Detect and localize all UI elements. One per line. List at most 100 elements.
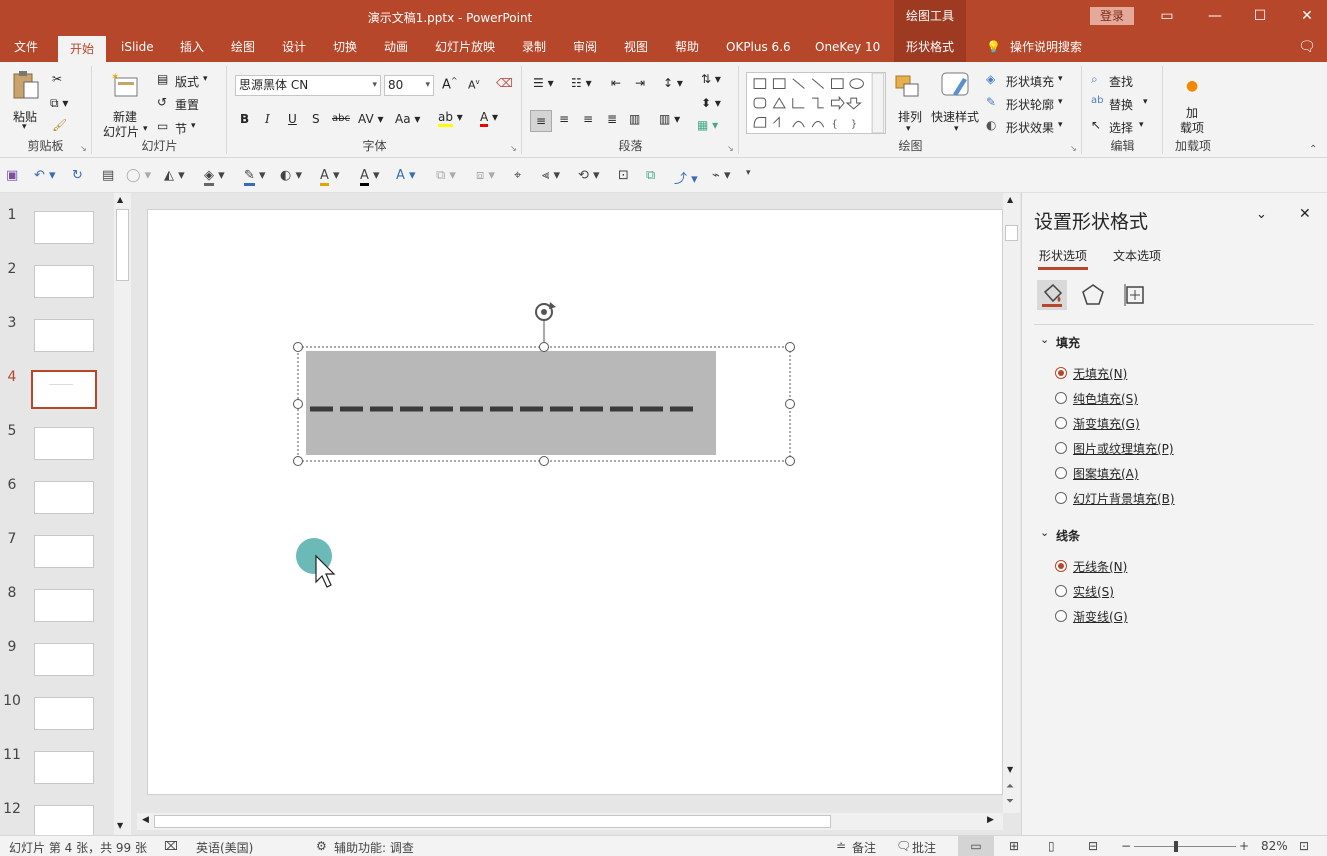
- layout-icon[interactable]: ▤: [157, 72, 168, 86]
- font-color-icon[interactable]: A ▾: [480, 110, 498, 127]
- replace-dropdown-icon[interactable]: ▾: [1143, 97, 1148, 107]
- char-spacing-icon[interactable]: AV ▾: [358, 112, 384, 126]
- slide-thumbnail-8[interactable]: [34, 589, 94, 622]
- align-objects-icon[interactable]: ⫷ ▾: [542, 168, 560, 183]
- font-name-combo[interactable]: 思源黑体 CN: [235, 75, 381, 96]
- zoom-out-icon[interactable]: −: [1121, 839, 1131, 853]
- layout-button[interactable]: 版式: [175, 73, 199, 90]
- resize-handle-w[interactable]: [293, 399, 303, 409]
- pane-close-icon[interactable]: ✕: [1299, 206, 1311, 222]
- quick-styles-dropdown-icon[interactable]: ▾: [954, 124, 959, 134]
- radio[interactable]: [1055, 442, 1067, 454]
- accessibility-status[interactable]: 辅助功能: 调查: [334, 839, 414, 856]
- radio[interactable]: [1055, 492, 1067, 504]
- select-dropdown-icon[interactable]: ▾: [1139, 120, 1144, 130]
- shape-effects-button[interactable]: 形状效果: [1006, 119, 1054, 136]
- maximize-icon[interactable]: ☐: [1240, 0, 1280, 33]
- undo-icon[interactable]: ↶ ▾: [34, 168, 56, 183]
- align-left-icon[interactable]: ≡: [530, 110, 552, 132]
- rotation-handle-icon[interactable]: [535, 302, 556, 321]
- normal-view-icon[interactable]: ▭: [958, 836, 994, 856]
- font-color-qat-icon[interactable]: A ▾: [360, 168, 380, 186]
- zoom-slider-thumb[interactable]: [1174, 841, 1178, 852]
- comment-icon[interactable]: 🗨: [1296, 33, 1318, 62]
- replace-icon[interactable]: ab: [1091, 95, 1103, 106]
- tab-okplus[interactable]: OKPlus 6.6: [724, 33, 793, 62]
- tab-view[interactable]: 视图: [622, 33, 650, 62]
- addins-icon[interactable]: ●: [1186, 78, 1198, 94]
- slide-scroll-up-icon[interactable]: ▲: [1007, 195, 1013, 204]
- horizontal-scroll-thumb[interactable]: [154, 815, 831, 828]
- tab-shape-options[interactable]: 形状选项: [1039, 247, 1087, 264]
- distributed-icon[interactable]: ▥: [629, 112, 640, 126]
- justify-icon[interactable]: ≣: [607, 112, 617, 126]
- login-button[interactable]: 登录: [1090, 7, 1134, 25]
- slide-vertical-scrollbar[interactable]: ▲ ▼ ⏶ ⏷: [1003, 193, 1020, 813]
- collapse-ribbon-icon[interactable]: ⌃: [1309, 144, 1317, 155]
- send-backward-icon[interactable]: ⤴ ▾: [674, 168, 698, 187]
- slide-sorter-icon[interactable]: ⊞: [1009, 839, 1019, 853]
- quick-styles-button[interactable]: 快速样式: [931, 108, 979, 125]
- lightbulb-icon[interactable]: 💡: [984, 33, 1003, 62]
- accessibility-icon[interactable]: ⚙: [316, 839, 327, 853]
- format-painter-qat-icon[interactable]: ⌁ ▾: [712, 168, 730, 183]
- customize-qat-icon[interactable]: ▾: [746, 168, 751, 178]
- tab-onekey[interactable]: OneKey 10: [813, 33, 882, 62]
- shapes-gallery[interactable]: {}: [746, 72, 886, 134]
- tab-shape-format[interactable]: 形状格式: [894, 33, 966, 62]
- reset-button[interactable]: 重置: [175, 96, 199, 113]
- slide-thumbnail-1[interactable]: [34, 211, 94, 244]
- notes-icon[interactable]: ≐: [836, 839, 846, 853]
- notes-button[interactable]: 备注: [852, 839, 876, 856]
- paragraph-launcher-icon[interactable]: ↘: [727, 144, 734, 153]
- clear-formatting-icon[interactable]: ⌫: [496, 76, 513, 90]
- slide-scroll-thumb[interactable]: [1005, 225, 1018, 241]
- shape-fill-icon[interactable]: ◈: [986, 72, 995, 86]
- shape-fill-button[interactable]: 形状填充: [1006, 73, 1054, 90]
- tab-design[interactable]: 设计: [280, 33, 308, 62]
- crop-icon[interactable]: ⊡: [618, 168, 629, 183]
- italic-icon[interactable]: I: [265, 112, 270, 126]
- resize-handle-se[interactable]: [785, 456, 795, 466]
- cut-icon[interactable]: ✂: [52, 72, 62, 86]
- text-color-icon[interactable]: A ▾: [320, 168, 340, 186]
- tab-transitions[interactable]: 切换: [331, 33, 359, 62]
- tab-animations[interactable]: 动画: [382, 33, 410, 62]
- prev-slide-icon[interactable]: ⏶: [1006, 781, 1014, 792]
- radio[interactable]: [1055, 392, 1067, 404]
- tab-review[interactable]: 审阅: [571, 33, 599, 62]
- resize-handle-nw[interactable]: [293, 342, 303, 352]
- radio[interactable]: [1055, 417, 1067, 429]
- clipboard-launcher-icon[interactable]: ↘: [80, 144, 87, 153]
- slide-thumbnail-5[interactable]: [34, 427, 94, 460]
- copy-icon[interactable]: ⧉ ▾: [50, 96, 68, 111]
- paste-dropdown-icon[interactable]: ▾: [22, 122, 27, 132]
- line-section-header[interactable]: 线条: [1056, 527, 1080, 544]
- tell-me-search[interactable]: 操作说明搜索: [1008, 33, 1084, 62]
- bring-forward-icon[interactable]: ⧉: [646, 168, 655, 183]
- layout-dropdown-icon[interactable]: ▾: [203, 74, 208, 84]
- numbering-icon[interactable]: ☷ ▾: [571, 76, 592, 90]
- shape-outline-dropdown-icon[interactable]: ▾: [1058, 97, 1063, 107]
- comments-button[interactable]: 批注: [912, 839, 936, 856]
- slide-thumbnail-9[interactable]: [34, 643, 94, 676]
- shapes-icon[interactable]: ◯ ▾: [126, 168, 151, 183]
- slide-thumbnail-2[interactable]: [34, 265, 94, 298]
- ribbon-display-icon[interactable]: ▭: [1147, 0, 1187, 33]
- addins-button[interactable]: 载项: [1180, 119, 1204, 136]
- slide-thumbnail-12[interactable]: [34, 805, 94, 838]
- zoom-level[interactable]: 82%: [1261, 839, 1288, 853]
- highlight-icon[interactable]: ab ▾: [438, 110, 463, 127]
- text-effects-icon[interactable]: A ▾: [396, 168, 416, 183]
- bold-icon[interactable]: B: [240, 112, 249, 126]
- increase-indent-icon[interactable]: ⇥: [635, 76, 645, 90]
- align-center-icon[interactable]: ≡: [559, 112, 569, 126]
- scroll-left-icon[interactable]: ◀: [142, 815, 149, 825]
- outline-color-icon[interactable]: ✎ ▾: [244, 168, 266, 186]
- new-slide-dropdown-icon[interactable]: ▾: [143, 124, 148, 134]
- slide-scroll-down-icon[interactable]: ▼: [1007, 765, 1013, 774]
- strikethrough-icon[interactable]: abc: [332, 113, 350, 124]
- replace-button[interactable]: 替换: [1109, 96, 1133, 113]
- align-text-icon[interactable]: ⬍ ▾: [701, 96, 721, 110]
- ungroup-icon[interactable]: ⧈ ▾: [476, 168, 495, 183]
